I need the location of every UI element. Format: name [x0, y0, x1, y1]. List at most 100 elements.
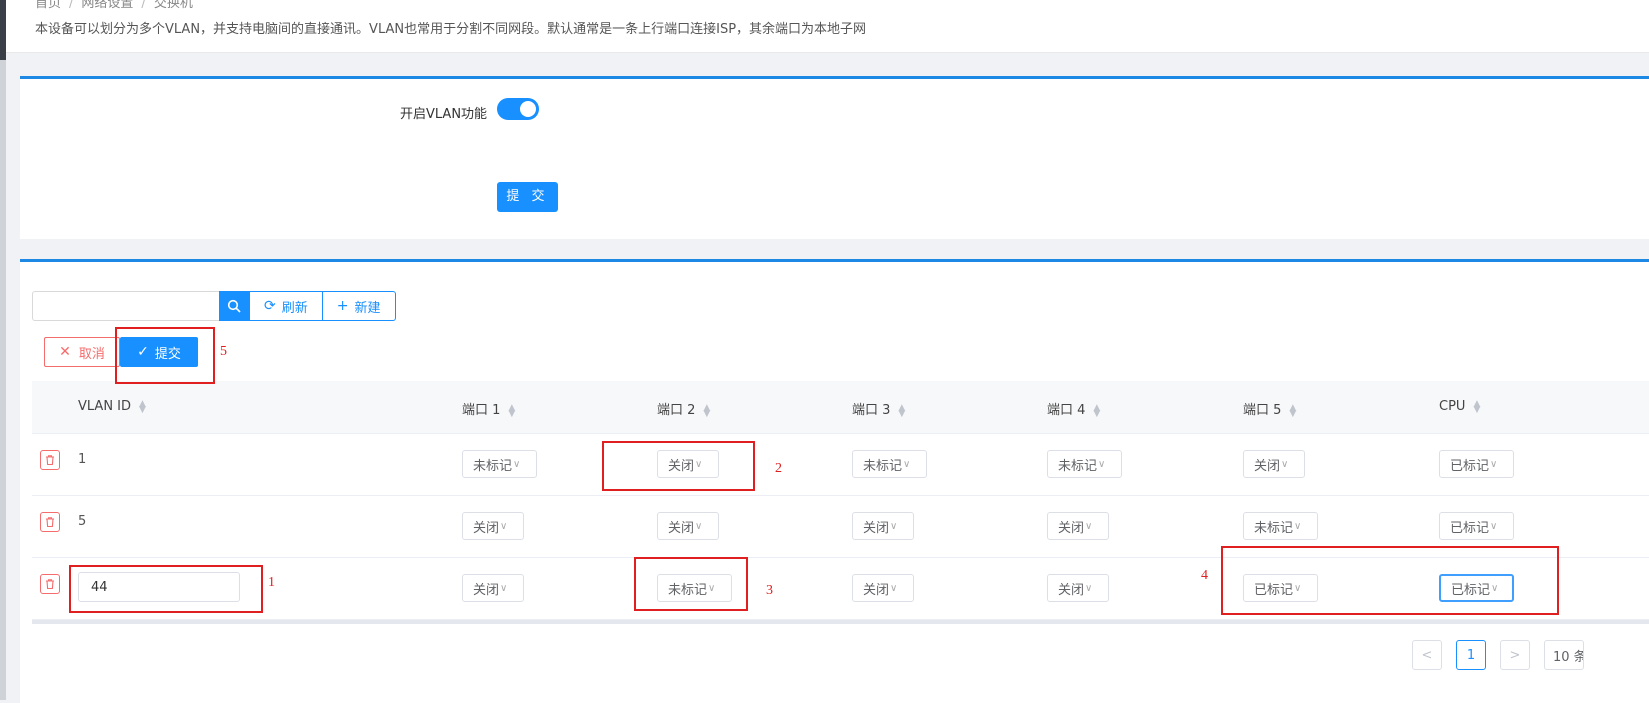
select-value: 已标记 — [1450, 520, 1490, 536]
refresh-label: 刷新 — [281, 300, 308, 316]
pagination: < 1 > 10 条/页 — [1412, 640, 1584, 670]
trash-icon — [46, 455, 54, 466]
delete-button[interactable] — [40, 450, 60, 470]
sort-icon[interactable]: ▲ ▼ — [1289, 403, 1296, 418]
vlan-toggle-label: 开启VLAN功能 — [400, 107, 488, 122]
port-3-select[interactable]: 未标记 ∨ — [852, 450, 927, 478]
chevron-down-icon: ∨ — [890, 582, 898, 594]
page-size-select[interactable]: 10 条/页 — [1544, 640, 1584, 670]
sort-icon[interactable]: ▲ ▼ — [1093, 403, 1100, 418]
annotation-label-4: 4 — [1201, 568, 1208, 583]
port-4-select[interactable]: 关闭 ∨ — [1047, 512, 1109, 540]
sort-icon[interactable]: ▲ ▼ — [703, 403, 710, 418]
refresh-icon: ⟳ — [264, 298, 276, 314]
port-5-select[interactable]: 关闭 ∨ — [1243, 450, 1305, 478]
port-1-select[interactable]: 关闭 ∨ — [462, 574, 524, 602]
annotation-box-3 — [634, 557, 748, 611]
breadcrumb-current: 交换机 — [153, 0, 193, 11]
column-label: 端口 1 — [462, 403, 501, 418]
chevron-down-icon: ∨ — [1490, 458, 1498, 470]
refresh-button[interactable]: ⟳ 刷新 — [249, 291, 323, 321]
column-header-port-1[interactable]: 端口 1 ▲ ▼ — [462, 399, 515, 418]
column-header-vlan-id[interactable]: VLAN ID ▲ ▼ — [78, 399, 146, 414]
vlan-settings-card: 开启VLAN功能 提 交 — [20, 76, 1649, 239]
cancel-label: 取消 — [78, 346, 105, 362]
column-label: 端口 5 — [1243, 403, 1282, 418]
port-1-select[interactable]: 关闭 ∨ — [462, 512, 524, 540]
chevron-down-icon: ∨ — [1085, 520, 1093, 532]
page-number-button[interactable]: 1 — [1456, 640, 1486, 670]
cpu-select[interactable]: 已标记 ∨ — [1439, 512, 1514, 540]
port-3-select[interactable]: 关闭 ∨ — [852, 574, 914, 602]
sort-icon[interactable]: ▲ ▼ — [139, 399, 146, 414]
plus-icon: + — [336, 298, 349, 314]
column-label: 端口 2 — [657, 403, 696, 418]
chevron-down-icon: ∨ — [1281, 458, 1289, 470]
select-value: 关闭 — [1058, 520, 1085, 536]
port-5-select[interactable]: 未标记 ∨ — [1243, 512, 1318, 540]
trash-icon — [46, 579, 54, 590]
select-value: 关闭 — [668, 520, 695, 536]
breadcrumb-separator: / — [69, 0, 74, 11]
delete-button[interactable] — [40, 512, 60, 532]
chevron-down-icon: ∨ — [1098, 458, 1106, 470]
cancel-button[interactable]: ✕ 取消 — [44, 337, 120, 367]
port-4-select[interactable]: 关闭 ∨ — [1047, 574, 1109, 602]
column-header-cpu[interactable]: CPU ▲ ▼ — [1439, 399, 1480, 414]
vlan-id-value: 5 — [78, 514, 87, 529]
breadcrumb-network[interactable]: 网络设置 — [81, 0, 133, 11]
vlan-submit-button[interactable]: 提 交 — [497, 182, 558, 212]
column-header-port-5[interactable]: 端口 5 ▲ ▼ — [1243, 399, 1296, 418]
annotation-box-2 — [602, 441, 755, 491]
select-value: 关闭 — [863, 520, 890, 536]
annotation-label-5: 5 — [220, 344, 227, 359]
vlan-table-card: ⟳ 刷新 + 新建 ✕ 取消 ✓ 提交 VLAN ID ▲ ▼ 端口 1 ▲ ▼ 端口 2 ▲ ▼ … — [20, 259, 1649, 703]
column-label: 端口 4 — [1047, 403, 1086, 418]
create-button[interactable]: + 新建 — [322, 291, 396, 321]
column-header-port-3[interactable]: 端口 3 ▲ ▼ — [852, 399, 905, 418]
select-value: 关闭 — [473, 520, 500, 536]
delete-button[interactable] — [40, 574, 60, 594]
column-header-port-4[interactable]: 端口 4 ▲ ▼ — [1047, 399, 1100, 418]
column-label: 端口 3 — [852, 403, 891, 418]
column-header-port-2[interactable]: 端口 2 ▲ ▼ — [657, 399, 710, 418]
sort-icon[interactable]: ▲ ▼ — [1473, 399, 1480, 414]
sort-icon[interactable]: ▲ ▼ — [898, 403, 905, 418]
cpu-select[interactable]: 已标记 ∨ — [1439, 450, 1514, 478]
breadcrumb-separator: / — [141, 0, 146, 11]
port-2-select[interactable]: 关闭 ∨ — [657, 512, 719, 540]
trash-icon — [46, 517, 54, 528]
select-value: 未标记 — [863, 458, 903, 474]
toggle-knob — [520, 101, 536, 117]
annotation-label-3: 3 — [766, 583, 773, 598]
prev-page-button[interactable]: < — [1412, 640, 1442, 670]
table-header: VLAN ID ▲ ▼ 端口 1 ▲ ▼ 端口 2 ▲ ▼ 端口 3 ▲ ▼ 端口 4 ▲ ▼ 端口… — [32, 381, 1649, 434]
breadcrumb-home[interactable]: 首页 — [35, 0, 61, 11]
search-icon — [227, 299, 241, 313]
search-button[interactable] — [219, 291, 249, 321]
port-3-select[interactable]: 关闭 ∨ — [852, 512, 914, 540]
sort-icon[interactable]: ▲ ▼ — [508, 403, 515, 418]
column-label: VLAN ID — [78, 399, 132, 414]
select-value: 关闭 — [1254, 458, 1281, 474]
select-value: 未标记 — [1058, 458, 1098, 474]
port-4-select[interactable]: 未标记 ∨ — [1047, 450, 1122, 478]
select-value: 关闭 — [473, 582, 500, 598]
chevron-down-icon: ∨ — [1490, 520, 1498, 532]
page-header: 首页 / 网络设置 / 交换机 本设备可以划分为多个VLAN，并支持电脑间的直接通讯。V… — [6, 0, 1649, 53]
breadcrumb: 首页 / 网络设置 / 交换机 — [35, 0, 193, 11]
search-input[interactable] — [32, 291, 219, 321]
chevron-down-icon: ∨ — [500, 582, 508, 594]
horizontal-scrollbar[interactable] — [32, 620, 1649, 624]
table-toolbar: ⟳ 刷新 + 新建 — [32, 291, 396, 321]
select-value: 未标记 — [473, 458, 513, 474]
chevron-down-icon: ∨ — [500, 520, 508, 532]
next-page-button[interactable]: > — [1500, 640, 1530, 670]
port-1-select[interactable]: 未标记 ∨ — [462, 450, 537, 478]
chevron-down-icon: ∨ — [903, 458, 911, 470]
vlan-toggle-switch[interactable] — [497, 98, 539, 120]
left-sidebar-strip — [0, 0, 6, 700]
select-value: 关闭 — [1058, 582, 1085, 598]
close-icon: ✕ — [59, 344, 71, 360]
annotation-label-1: 1 — [268, 575, 275, 590]
